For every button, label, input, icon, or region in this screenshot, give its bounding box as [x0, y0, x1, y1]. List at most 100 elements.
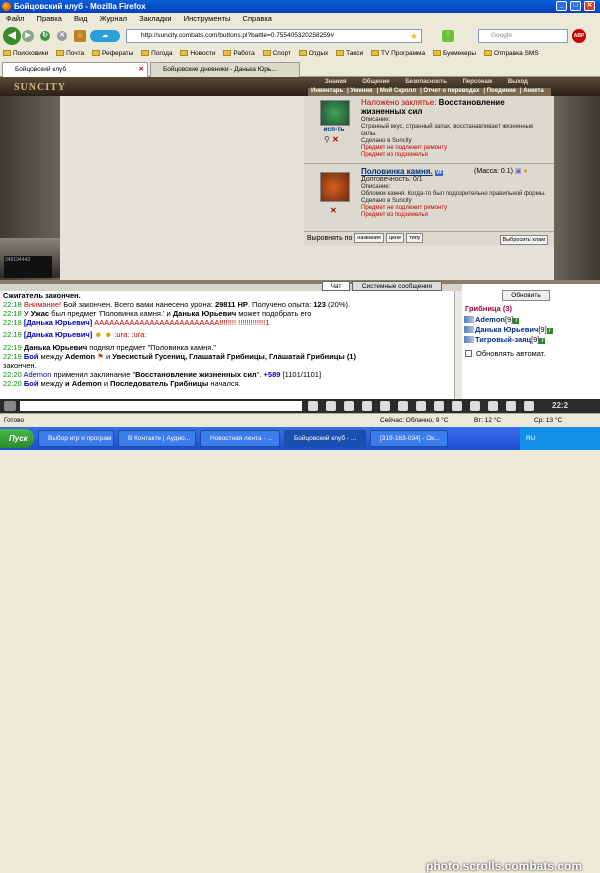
minimize-button[interactable]: _: [556, 1, 567, 11]
nav-transfer-report[interactable]: Отчет о переводах: [423, 88, 479, 94]
list-icon[interactable]: [434, 401, 444, 411]
sort-by-type-button[interactable]: типу: [406, 233, 424, 243]
nav-skills[interactable]: Умения: [351, 88, 373, 94]
sort-by-price-button[interactable]: цене: [385, 233, 405, 243]
nav-my-scroll[interactable]: Мой Скролл: [380, 88, 416, 94]
list-item[interactable]: Ademon[9] i: [464, 315, 520, 324]
drop-icon[interactable]: ⚲: [324, 135, 330, 144]
url-field[interactable]: http://suncity.combats.com/buttons.pl?ba…: [126, 29, 422, 43]
scissors-icon[interactable]: [506, 401, 516, 411]
list-item: ✕ Половинка камня. VF (Масса: 0.1) ▣ ● Д…: [304, 164, 554, 232]
nav-character[interactable]: Персонаж: [463, 79, 493, 85]
start-button[interactable]: Пуск: [0, 429, 34, 448]
item-name: Половинка камня. VF: [361, 167, 444, 176]
menu-edit[interactable]: Правка: [37, 14, 62, 23]
back-button[interactable]: ◀: [3, 27, 21, 45]
glasses-icon[interactable]: [488, 401, 498, 411]
clear-icon[interactable]: [362, 401, 372, 411]
auto-refresh-checkbox[interactable]: Обновлять автомат.: [465, 349, 545, 358]
group-title: Грибница (3): [465, 304, 513, 313]
info-icon[interactable]: ●: [524, 168, 528, 175]
bookmark-folder[interactable]: Погода: [141, 50, 173, 57]
checkbox[interactable]: [465, 350, 472, 357]
info-icon[interactable]: i: [513, 318, 520, 324]
bookmark-folder[interactable]: Почта: [56, 50, 84, 57]
delete-icon[interactable]: ✕: [332, 135, 339, 144]
bookmark-folder[interactable]: Букмекеры: [432, 50, 476, 57]
wifi-icon[interactable]: [470, 401, 480, 411]
bookmark-folder[interactable]: Такси: [336, 50, 363, 57]
tab-system-messages[interactable]: Системные сообщения: [352, 281, 442, 291]
taskbar-item[interactable]: Новостная лента - ...: [200, 430, 280, 447]
close-tab-icon[interactable]: ✕: [139, 63, 144, 77]
game-header: SUNCITY Знания Общение Безопасность Перс…: [0, 77, 600, 96]
potion-icon[interactable]: [320, 100, 350, 126]
nav-knowledge[interactable]: Знания: [325, 79, 347, 85]
filter-icon[interactable]: [308, 401, 318, 411]
sound-icon[interactable]: [398, 401, 408, 411]
chat-input[interactable]: [20, 401, 302, 411]
translit-icon[interactable]: [344, 401, 354, 411]
bookmark-star-icon[interactable]: ★: [410, 30, 418, 42]
private-icon[interactable]: [380, 401, 390, 411]
smiley-icon[interactable]: [326, 401, 336, 411]
nav-exit[interactable]: Выход: [508, 79, 528, 85]
tab-chat[interactable]: Чат: [322, 281, 350, 291]
bookmark-folder[interactable]: Работа: [223, 50, 255, 57]
chat-scrollbar[interactable]: [454, 291, 462, 399]
menu-tools[interactable]: Инструменты: [184, 14, 231, 23]
info-icon[interactable]: i: [546, 328, 553, 334]
exit-icon[interactable]: [416, 401, 426, 411]
bookmark-folder[interactable]: Поисковики: [3, 50, 48, 57]
stop-icon[interactable]: ✕: [57, 31, 67, 41]
menu-bookmarks[interactable]: Закладки: [139, 14, 171, 23]
print-icon[interactable]: [452, 401, 462, 411]
menu-help[interactable]: Справка: [243, 14, 272, 23]
refresh-button[interactable]: Обновить: [502, 290, 550, 301]
maximize-button[interactable]: □: [570, 1, 581, 11]
menu-file[interactable]: Файл: [6, 14, 24, 23]
language-indicator[interactable]: RU: [526, 435, 535, 442]
nav-communication[interactable]: Общение: [362, 79, 389, 85]
taskbar-item[interactable]: [319-163-034] - Ок...: [370, 430, 448, 447]
info-icon[interactable]: [524, 401, 534, 411]
nav-profile[interactable]: Анкета: [523, 88, 544, 94]
adblock-icon[interactable]: ABP: [572, 29, 586, 43]
delete-icon[interactable]: ✕: [330, 206, 337, 215]
list-item[interactable]: Тигровый-заяц[9] i: [464, 335, 546, 344]
forward-button[interactable]: ▶: [22, 30, 34, 42]
bookmark-folder[interactable]: Рефераты: [91, 50, 133, 57]
item-description: Описание: Странный вкус, странный запах,…: [361, 117, 534, 158]
chat-settings-icon[interactable]: [4, 401, 16, 411]
bookmark-folder[interactable]: Отправка SMS: [483, 50, 539, 57]
sort-by-name-button[interactable]: название: [354, 233, 384, 243]
tab-fight-club[interactable]: Бойцовский клуб ✕: [2, 62, 148, 77]
taskbar-item[interactable]: В Контакте | Аудио...: [118, 430, 196, 447]
info-icon[interactable]: ▣: [515, 168, 522, 175]
home-icon[interactable]: ⌂: [74, 30, 86, 42]
info-icon[interactable]: i: [539, 338, 546, 344]
bookmark-folder[interactable]: TV Программа: [370, 50, 425, 57]
taskbar-item[interactable]: Бойцовский клуб - ...: [284, 430, 366, 447]
use-link[interactable]: исп-ть: [312, 126, 356, 133]
menu-history[interactable]: Журнал: [100, 14, 127, 23]
smiley-icon: ☻: [94, 330, 103, 339]
nav-fights[interactable]: Поединки: [487, 88, 516, 94]
taskbar-item[interactable]: Выбор игр и програм: [38, 430, 114, 447]
search-input[interactable]: Google: [478, 29, 568, 43]
clan-icon: [464, 336, 474, 343]
discard-junk-button[interactable]: Выбросить хлам: [499, 235, 548, 245]
addon-icon[interactable]: ↑: [442, 30, 454, 42]
bookmark-folder[interactable]: Спорт: [262, 50, 291, 57]
tab-fight-diaries[interactable]: Бойцовские дневники - Данька Юрь...: [150, 62, 300, 77]
nav-security[interactable]: Безопасность: [405, 79, 447, 85]
close-button[interactable]: ✕: [584, 1, 595, 11]
cloud-icon[interactable]: ☁: [90, 30, 120, 42]
reload-icon[interactable]: ↻: [40, 31, 50, 41]
list-item[interactable]: Данька Юрьевич[9] i: [464, 325, 553, 334]
nav-inventory[interactable]: Инвентарь: [311, 88, 343, 94]
bookmark-folder[interactable]: Новости: [180, 50, 216, 57]
menu-view[interactable]: Вид: [74, 14, 88, 23]
stone-half-icon[interactable]: [320, 172, 350, 202]
bookmark-folder[interactable]: Отдых: [298, 50, 328, 57]
